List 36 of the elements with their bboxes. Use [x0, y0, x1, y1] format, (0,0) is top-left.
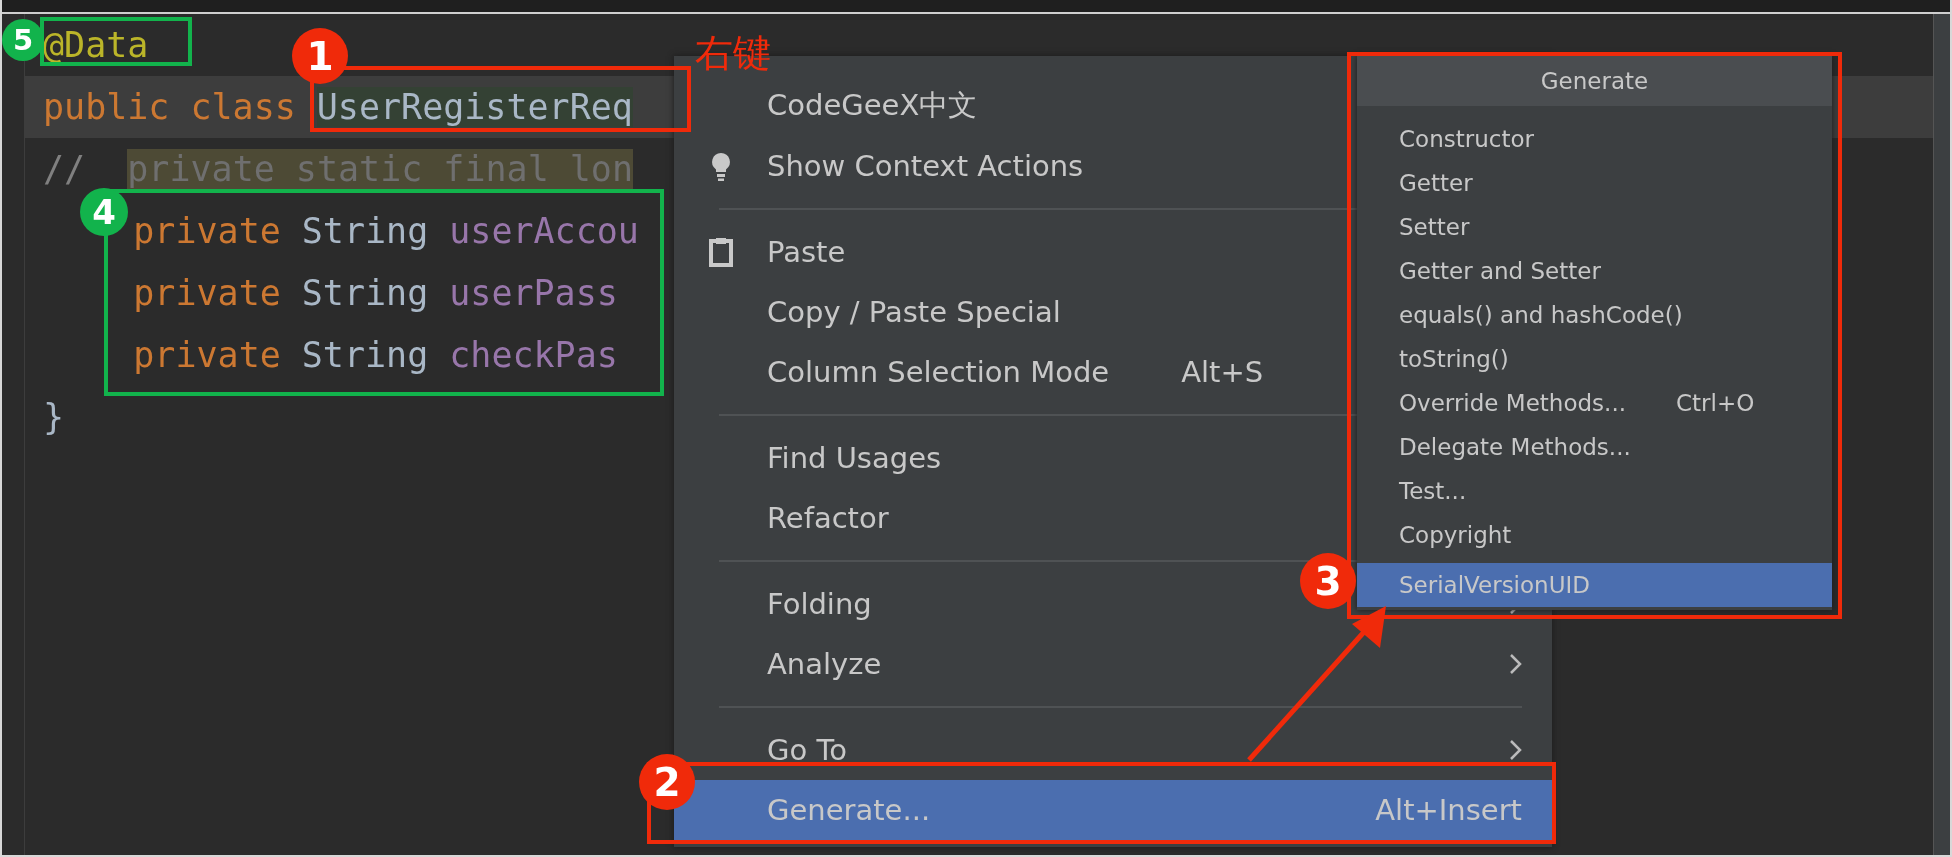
callout-badge: 1 [292, 28, 348, 84]
brace-text: } [43, 397, 65, 437]
type-name-text: String [301, 335, 429, 375]
popup-item[interactable]: toString() [1357, 337, 1832, 381]
menu-item[interactable]: Analyze [674, 634, 1552, 694]
field-name-text: userAccou [449, 211, 639, 251]
popup-item[interactable]: Getter [1357, 161, 1832, 205]
keyword-text: private [133, 211, 281, 251]
keyword-text: private [133, 273, 281, 313]
comment-marker: // [43, 148, 87, 191]
class-name-text: UserRegisterReq [316, 87, 633, 127]
annotation-note: 右键 [695, 30, 771, 76]
shortcut-text: Alt+S [1181, 355, 1264, 389]
field-name-text: checkPas [449, 335, 618, 375]
keyword-text: private [133, 335, 281, 375]
popup-item[interactable]: Delegate Methods... [1357, 425, 1832, 469]
clipboard-icon [708, 237, 733, 267]
popup-item[interactable]: Getter and Setter [1357, 249, 1832, 293]
callout-badge: 2 [639, 754, 695, 810]
unused-code-text: private static final lon [127, 149, 633, 189]
keyword-text: class [190, 87, 296, 127]
popup-item[interactable]: Copyright [1357, 513, 1832, 557]
annotation-text: @Data [43, 25, 149, 65]
callout-badge: 4 [80, 188, 128, 236]
popup-title: Generate [1357, 56, 1832, 106]
type-name-text: String [301, 211, 429, 251]
field-name-text: userPass [449, 273, 618, 313]
keyword-text: public [43, 87, 170, 127]
popup-item[interactable]: Test... [1357, 469, 1832, 513]
popup-item[interactable]: Constructor [1357, 117, 1832, 161]
shortcut-text: Ctrl+O [1676, 390, 1755, 416]
type-name-text: String [301, 273, 429, 313]
shortcut-text: Alt+Insert [1375, 793, 1522, 827]
popup-item[interactable]: Setter [1357, 205, 1832, 249]
popup-item[interactable]: Override Methods... Ctrl+O [1357, 381, 1832, 425]
popup-item[interactable]: equals() and hashCode() [1357, 293, 1832, 337]
